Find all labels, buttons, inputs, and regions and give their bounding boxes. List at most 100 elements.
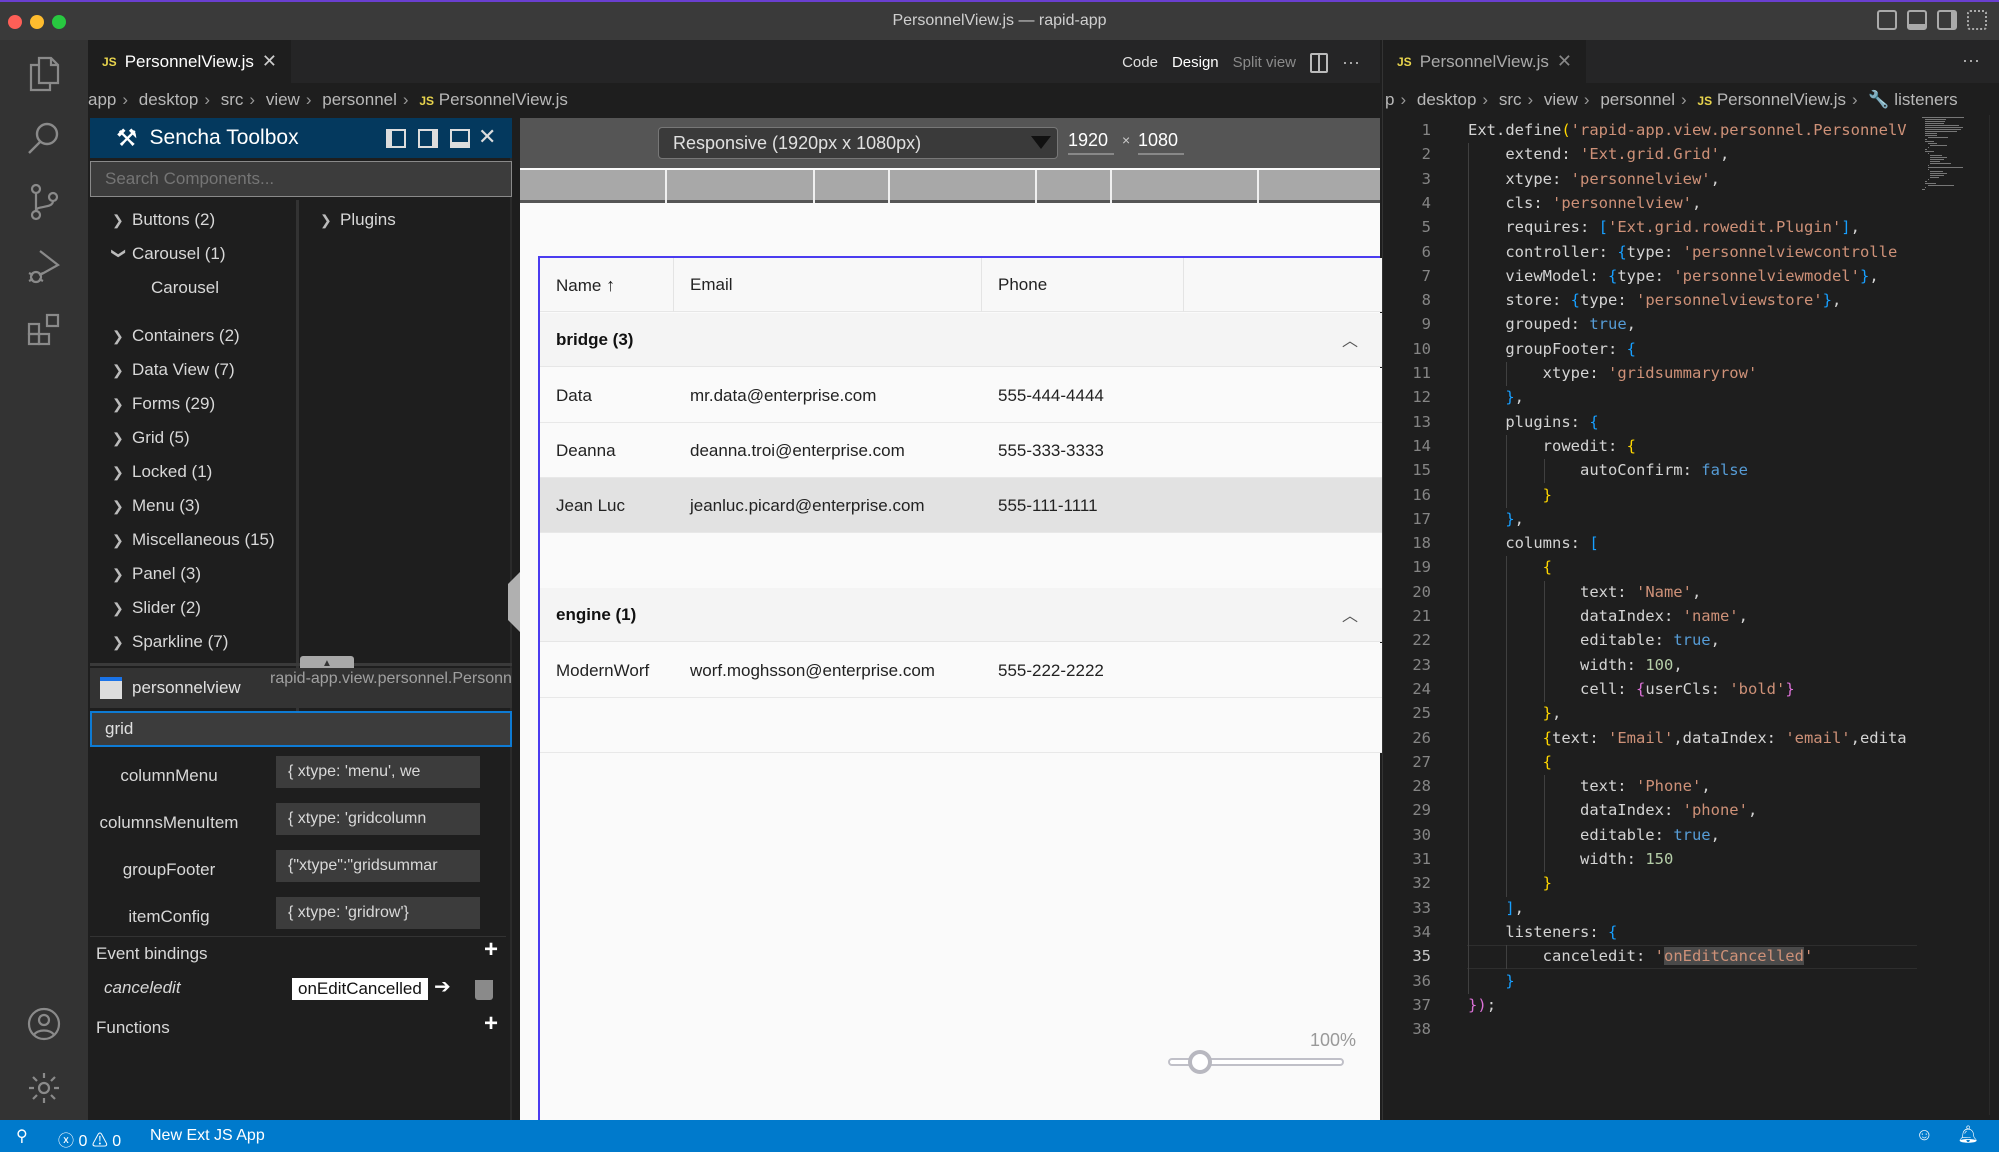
component-search-input[interactable]	[90, 161, 512, 197]
code-line[interactable]: ],	[1468, 899, 1524, 917]
group-header-bridge[interactable]: bridge (3) ︿	[540, 313, 1382, 367]
tree-item-panel[interactable]: ❯ Panel (3)	[112, 564, 201, 584]
explorer-icon[interactable]	[22, 52, 66, 96]
tree-item-carousel-component[interactable]: Carousel	[151, 278, 219, 298]
close-toolbox-icon[interactable]: ✕	[478, 124, 496, 150]
tree-item-sparkline[interactable]: ❯ Sparkline (7)	[112, 632, 228, 652]
feedback-icon[interactable]: ☺	[1916, 1125, 1933, 1145]
code-line[interactable]: Ext.define('rapid-app.view.personnel.Per…	[1468, 121, 1907, 139]
project-name[interactable]: New Ext JS App	[150, 1127, 265, 1145]
property-filter-input[interactable]	[90, 711, 512, 747]
split-view-button[interactable]: Split view	[1233, 54, 1296, 71]
breadcrumb-item[interactable]: personnel	[322, 90, 397, 109]
zoom-slider-handle[interactable]	[1188, 1050, 1212, 1074]
code-line[interactable]: },	[1468, 704, 1562, 722]
property-value-field[interactable]: { xtype: 'menu', we	[276, 756, 480, 788]
add-event-binding-button[interactable]: +	[484, 936, 498, 964]
source-control-icon[interactable]	[22, 180, 66, 224]
code-line[interactable]: listeners: {	[1468, 923, 1617, 941]
device-select[interactable]: Responsive (1920px x 1080px)	[658, 127, 1058, 159]
code-view-button[interactable]: Code	[1122, 54, 1158, 71]
tree-item-data-view[interactable]: ❯ Data View (7)	[112, 360, 235, 380]
table-row[interactable]: Deanna deanna.troi@enterprise.com 555-33…	[540, 423, 1382, 478]
tree-item-grid[interactable]: ❯ Grid (5)	[112, 428, 190, 448]
code-line[interactable]: store: {type: 'personnelviewstore'},	[1468, 291, 1841, 309]
close-tab-icon[interactable]: ✕	[262, 51, 277, 72]
toggle-secondary-sidebar-icon[interactable]	[1937, 10, 1957, 30]
toggle-primary-sidebar-icon[interactable]	[1877, 10, 1897, 30]
tree-item-forms[interactable]: ❯ Forms (29)	[112, 394, 215, 414]
group-header-engine[interactable]: engine (1) ︿	[540, 588, 1382, 642]
code-line[interactable]: xtype: 'gridsummaryrow'	[1468, 364, 1758, 382]
code-line[interactable]: },	[1468, 510, 1524, 528]
breadcrumb-item[interactable]: PersonnelView.js	[439, 90, 568, 109]
collapse-group-chevron-icon[interactable]: ︿	[1342, 602, 1358, 626]
code-line[interactable]: {	[1468, 753, 1552, 771]
breadcrumb-item[interactable]: desktop	[139, 90, 199, 109]
dock-bottom-icon[interactable]	[450, 129, 470, 148]
toggle-panel-icon[interactable]	[1907, 10, 1927, 30]
dock-left-icon[interactable]	[386, 129, 406, 148]
column-header-phone[interactable]: Phone	[982, 258, 1184, 312]
code-line[interactable]: }	[1468, 972, 1514, 990]
delete-binding-trash-icon[interactable]	[475, 980, 493, 1000]
breadcrumb-item[interactable]: app	[88, 90, 116, 109]
code-line[interactable]: grouped: true,	[1468, 315, 1636, 333]
run-debug-icon[interactable]	[22, 244, 66, 288]
breadcrumb-item[interactable]: desktop	[1417, 90, 1477, 109]
breadcrumb-item[interactable]: view	[1544, 90, 1578, 109]
code-line[interactable]: },	[1468, 388, 1524, 406]
selected-component-row[interactable]: personnelview rapid-app.view.personnel.P…	[90, 668, 512, 708]
code-line[interactable]: dataIndex: 'name',	[1468, 607, 1748, 625]
breadcrumb-item[interactable]: PersonnelView.js	[1717, 90, 1846, 109]
code-line[interactable]: dataIndex: 'phone',	[1468, 801, 1757, 819]
code-line[interactable]: requires: ['Ext.grid.rowedit.Plugin'],	[1468, 218, 1860, 236]
tree-item-plugins[interactable]: ❯ Plugins	[320, 210, 396, 230]
minimap[interactable]	[1918, 115, 1988, 195]
code-line[interactable]: text: 'Name',	[1468, 583, 1701, 601]
code-line[interactable]: canceledit: 'onEditCancelled'	[1468, 947, 1813, 966]
canvas-height-input[interactable]: 1080	[1138, 130, 1184, 155]
tree-item-containers[interactable]: ❯ Containers (2)	[112, 326, 240, 346]
code-line[interactable]: width: 150	[1468, 850, 1673, 868]
tree-item-menu[interactable]: ❯ Menu (3)	[112, 496, 200, 516]
settings-gear-icon[interactable]	[22, 1066, 66, 1110]
go-to-handler-arrow-icon[interactable]: ➔	[434, 974, 451, 999]
more-actions-icon[interactable]: ···	[1962, 50, 1980, 71]
property-value-field[interactable]: { xtype: 'gridcolumn	[276, 803, 480, 835]
code-line[interactable]: cls: 'personnelview',	[1468, 194, 1701, 212]
breadcrumb-item[interactable]: p	[1385, 90, 1394, 109]
collapse-group-chevron-icon[interactable]: ︿	[1342, 327, 1358, 351]
event-handler-input[interactable]: onEditCancelled	[292, 978, 428, 1000]
close-tab-icon[interactable]: ✕	[1557, 51, 1572, 72]
code-line[interactable]: {	[1468, 558, 1552, 576]
property-value-field[interactable]: {"xtype":"gridsummar	[276, 850, 480, 882]
breadcrumb-item[interactable]: view	[266, 90, 300, 109]
code-line[interactable]: text: 'Phone',	[1468, 777, 1711, 795]
column-header-name[interactable]: Name ↑	[540, 258, 674, 312]
code-line[interactable]: plugins: {	[1468, 413, 1598, 431]
breadcrumb-item[interactable]: src	[221, 90, 244, 109]
table-row-selected[interactable]: Jean Luc jeanluc.picard@enterprise.com 5…	[540, 478, 1382, 533]
code-line[interactable]: cell: {userCls: 'bold'}	[1468, 680, 1795, 698]
accounts-icon[interactable]	[22, 1002, 66, 1046]
customize-layout-icon[interactable]	[1967, 10, 1987, 30]
code-line[interactable]: columns: [	[1468, 534, 1598, 552]
tab-personnelview-design[interactable]: JS PersonnelView.js ✕	[88, 40, 291, 83]
extensions-icon[interactable]	[22, 308, 66, 352]
tree-item-buttons[interactable]: ❯ Buttons (2)	[112, 210, 215, 230]
tree-item-miscellaneous[interactable]: ❯ Miscellaneous (15)	[112, 530, 275, 550]
table-row[interactable]: Data mr.data@enterprise.com 555-444-4444	[540, 368, 1382, 423]
property-value-field[interactable]: { xtype: 'gridrow'}	[276, 897, 480, 929]
personnel-grid[interactable]: Name ↑ Email Phone bridge (3) ︿ Data mr.…	[538, 256, 1382, 1120]
code-line[interactable]: controller: {type: 'personnelviewcontrol…	[1468, 243, 1897, 261]
add-function-button[interactable]: +	[484, 1010, 498, 1038]
breadcrumb-item[interactable]: personnel	[1600, 90, 1675, 109]
code-line[interactable]: });	[1468, 996, 1496, 1014]
code-line[interactable]: extend: 'Ext.grid.Grid',	[1468, 145, 1729, 163]
breakpoint-ruler[interactable]	[520, 170, 1380, 203]
tree-item-slider[interactable]: ❯ Slider (2)	[112, 598, 201, 618]
code-line[interactable]: autoConfirm: false	[1468, 461, 1748, 479]
code-line[interactable]: rowedit: {	[1468, 437, 1636, 455]
code-line[interactable]: {text: 'Email',dataIndex: 'email',edita	[1468, 729, 1907, 747]
